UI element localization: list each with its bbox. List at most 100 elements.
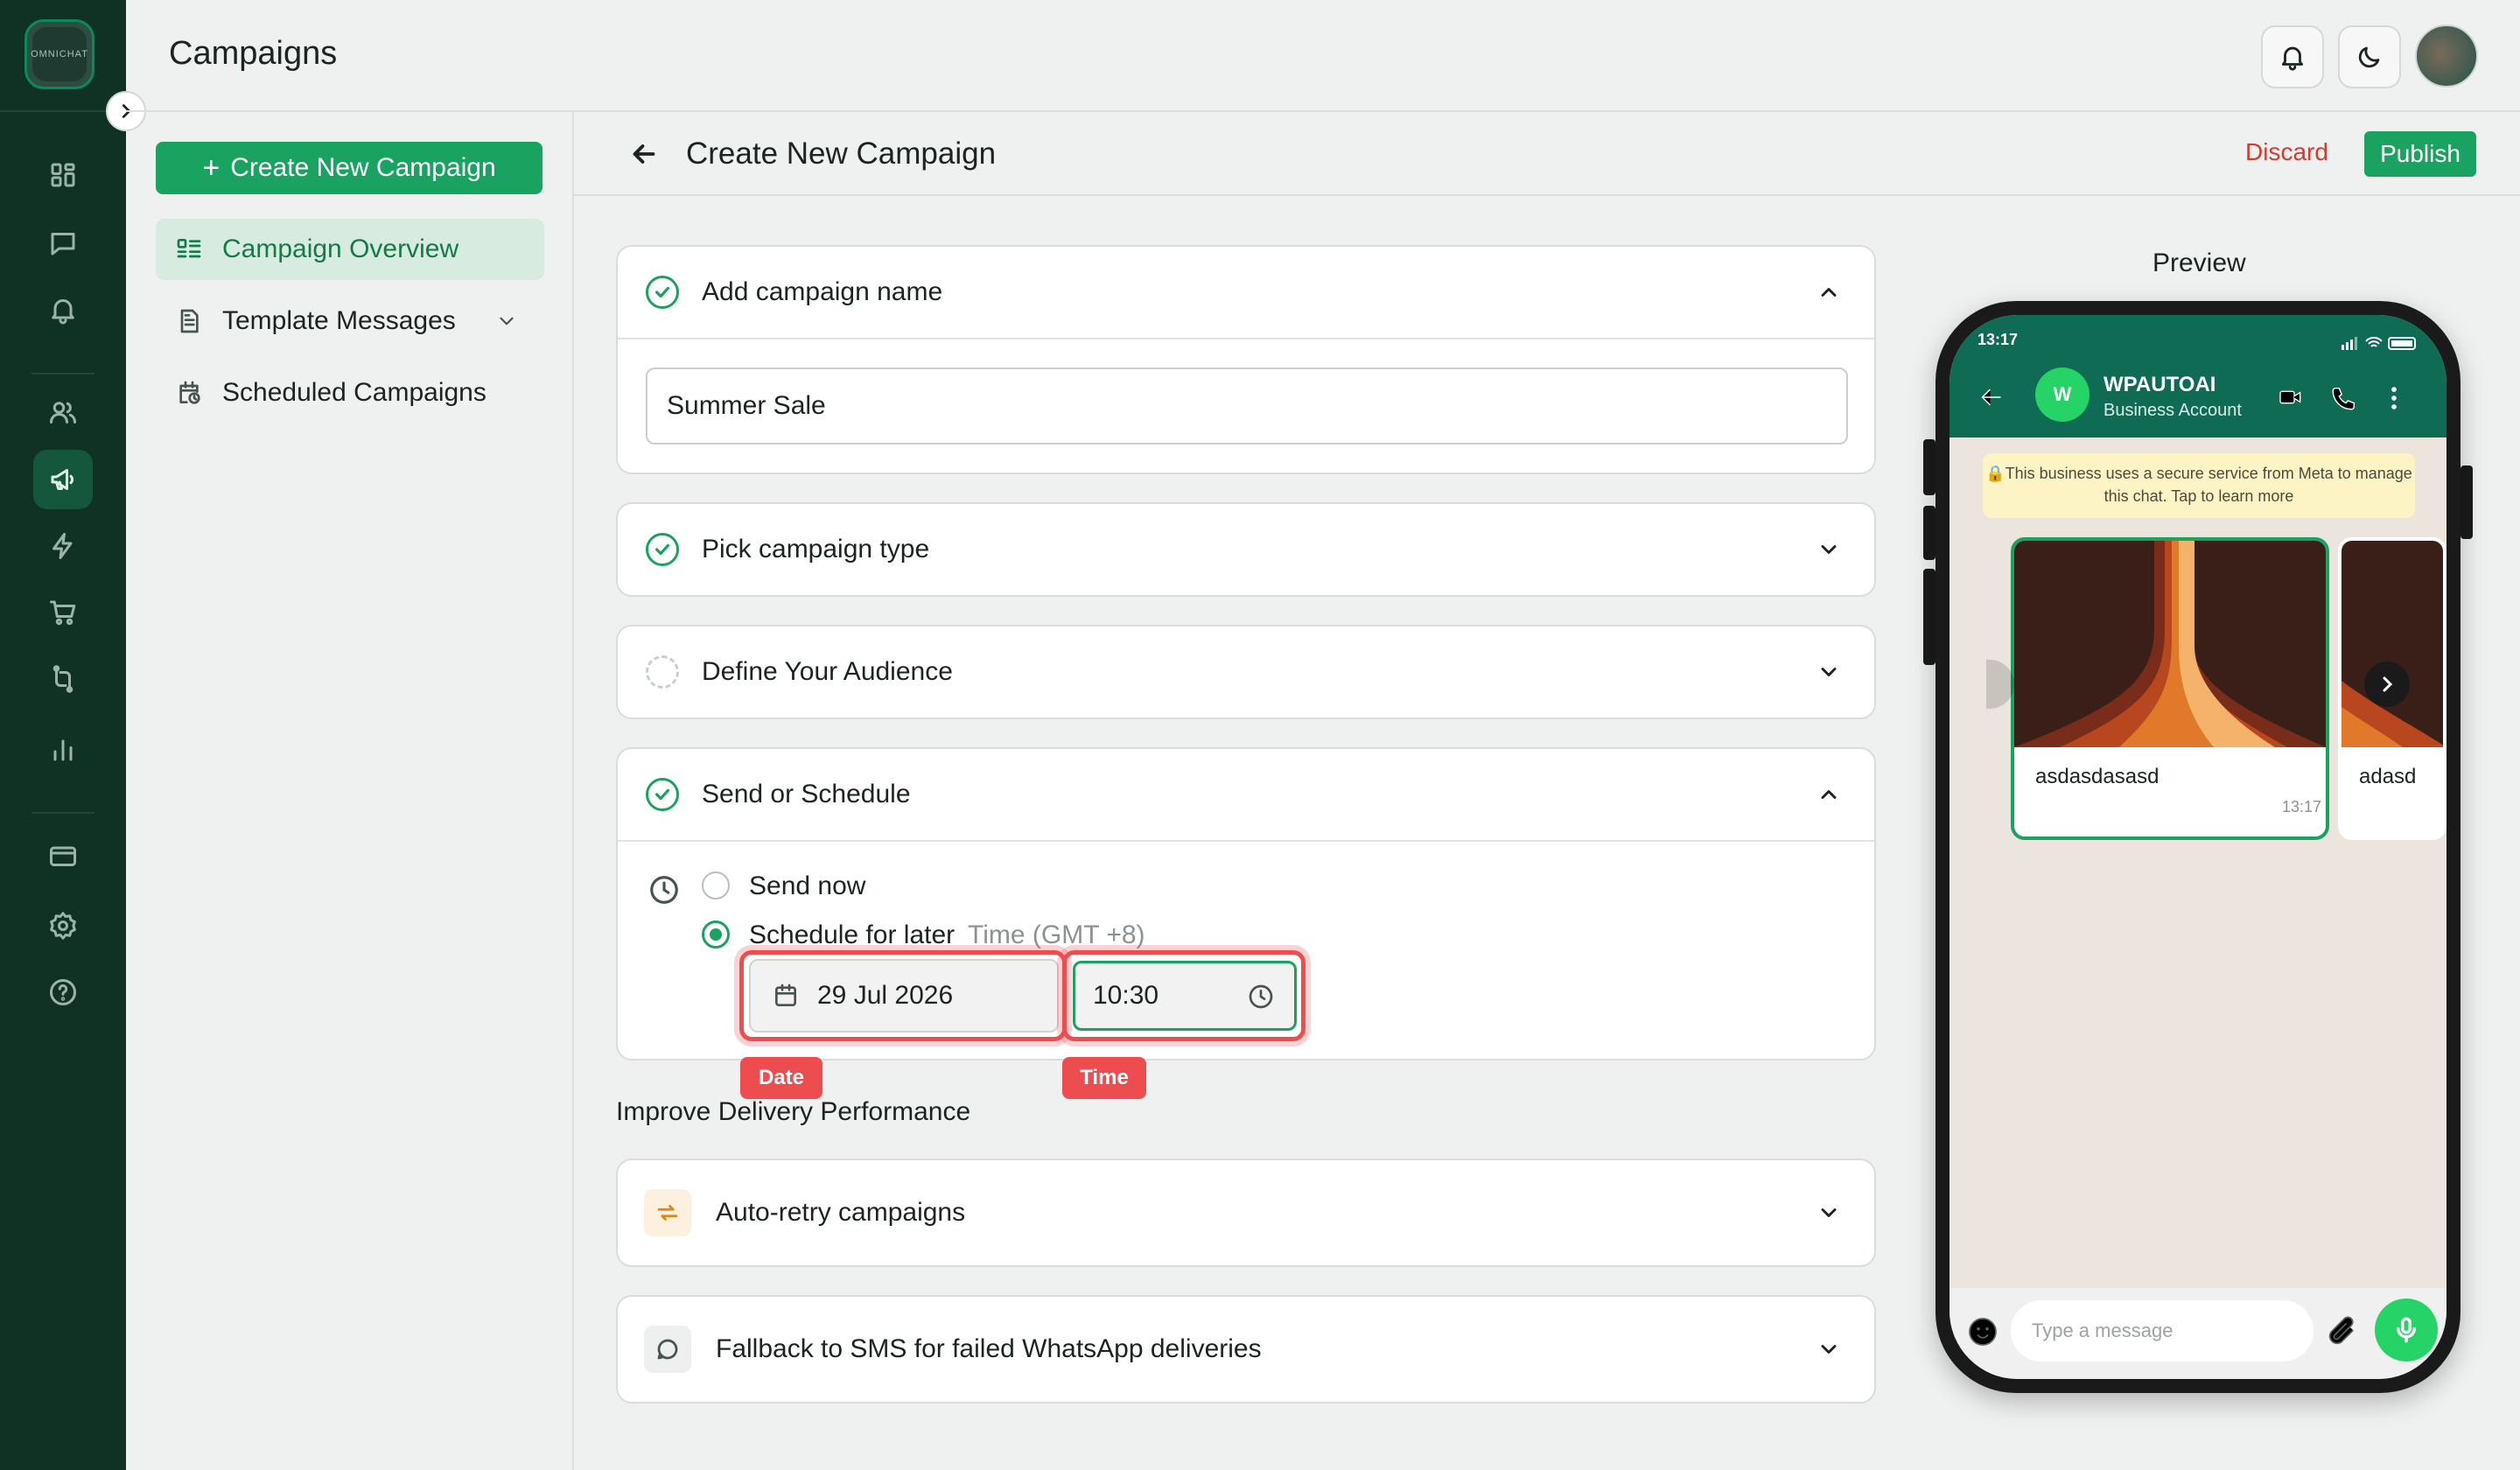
date-picker[interactable]: 29 Jul 2026 [749,959,1059,1032]
mic-icon [2397,1317,2416,1343]
sidebar-item-label: Template Messages [222,306,456,335]
list-icon [177,239,201,258]
calendar-clock-icon [179,381,200,404]
section-header[interactable]: Pick campaign type [618,504,1874,595]
form-title: Create New Campaign [686,136,997,171]
attach-icon[interactable] [2324,1314,2359,1349]
app-logo[interactable]: OMNICHAT [24,19,94,89]
notice-text: This business uses a secure service from… [2005,465,2412,505]
sidebar-item-label: Campaign Overview [222,234,459,263]
section-header[interactable]: Send or Schedule [618,749,1874,840]
sidebar-item-campaign-overview[interactable]: Campaign Overview [156,219,544,280]
rail-divider [32,373,94,374]
back-button[interactable] [628,138,660,170]
message-composer: Type a message [1950,1288,2446,1379]
audience-section[interactable]: Define Your Audience [616,625,1876,719]
section-divider [618,840,1874,842]
calendar-icon [775,984,796,1006]
message-input[interactable]: Type a message [2011,1300,2314,1362]
chevron-down-icon[interactable] [1816,1200,1841,1225]
section-title: Auto-retry campaigns [716,1198,966,1227]
campaign-type-section[interactable]: Pick campaign type [616,502,1876,597]
section-header[interactable]: Define Your Audience [618,626,1874,718]
lightning-icon[interactable] [33,516,93,576]
chevron-down-icon[interactable] [1816,660,1841,684]
section-title: Pick campaign type [702,535,930,564]
check-circle-icon [646,276,679,309]
plus-icon: + [202,151,220,185]
cart-icon[interactable] [33,583,93,642]
send-now-label: Send now [749,872,866,900]
dashboard-icon[interactable] [33,145,93,205]
publish-button[interactable]: Publish [2364,131,2476,177]
message-icon [644,1326,691,1373]
megaphone-icon[interactable] [33,450,93,509]
sidebar-item-label: Scheduled Campaigns [222,378,486,407]
chevron-up-icon[interactable] [1816,280,1841,304]
improve-delivery-heading: Improve Delivery Performance [616,1097,971,1126]
mic-button[interactable] [2375,1298,2438,1362]
timezone-label: Time (GMT +8) [968,920,1145,949]
chevron-down-icon[interactable] [495,310,518,332]
more-icon[interactable] [2389,383,2399,413]
carousel-card[interactable]: asdasdasasd 13:17 [2011,537,2329,840]
schedule-later-radio[interactable] [702,920,730,948]
flow-icon[interactable] [33,649,93,709]
phone-screen: 13:17 W WPAUTOAI Business Account 🔒This … [1950,315,2446,1379]
chat-icon[interactable] [33,214,93,273]
encryption-notice[interactable]: 🔒This business uses a secure service fro… [1983,453,2415,518]
page-title: Campaigns [169,35,338,72]
section-title: Send or Schedule [702,780,911,808]
section-header[interactable]: Auto-retry campaigns [618,1160,1874,1265]
analytics-icon[interactable] [33,719,93,779]
create-campaign-button[interactable]: + Create New Campaign [156,142,542,194]
send-now-radio[interactable] [702,872,730,900]
business-name: WPAUTOAI [2104,373,2216,396]
sidebar-item-scheduled-campaigns[interactable]: Scheduled Campaigns [156,362,544,424]
status-clock: 13:17 [1978,331,2019,348]
users-icon[interactable] [33,383,93,443]
auto-retry-section[interactable]: Auto-retry campaigns [616,1158,1876,1267]
phone-side-button [1923,569,1936,665]
card-image [2342,541,2443,747]
discard-button[interactable]: Discard [2245,138,2328,166]
moon-icon [2358,46,2380,68]
user-avatar[interactable] [2415,24,2478,88]
arrow-left-icon[interactable] [1976,382,2007,413]
video-call-icon[interactable] [2275,383,2306,411]
carousel-next-button[interactable] [2364,662,2410,707]
check-circle-icon [646,778,679,811]
main-header-divider [574,194,2520,196]
help-icon[interactable] [33,962,93,1022]
sidebar-item-template-messages[interactable]: Template Messages [156,290,544,352]
rail-divider [32,812,94,814]
check-circle-icon [646,533,679,566]
phone-icon[interactable] [2329,383,2359,413]
campaign-name-input[interactable]: Summer Sale [646,368,1848,444]
notifications-button[interactable] [2261,25,2324,88]
document-icon [180,309,199,333]
time-picker[interactable]: 10:30 [1073,961,1297,1031]
bell-icon[interactable] [33,280,93,340]
card-time: 13:17 [2282,798,2322,816]
chevron-up-icon[interactable] [1816,782,1841,807]
emoji-icon[interactable] [1965,1314,2000,1349]
sms-fallback-section[interactable]: Fallback to SMS for failed WhatsApp deli… [616,1295,1876,1404]
card-icon[interactable] [33,826,93,886]
header-divider [126,110,2520,112]
chevron-down-icon[interactable] [1816,537,1841,562]
theme-toggle-button[interactable] [2338,25,2401,88]
section-header[interactable]: Fallback to SMS for failed WhatsApp deli… [618,1297,1874,1402]
phone-side-button [1923,506,1936,560]
phone-side-button [1923,439,1936,495]
settings-icon[interactable] [33,896,93,956]
section-header[interactable]: Add campaign name [618,247,1874,338]
preview-title: Preview [2152,248,2246,277]
phone-mockup: 13:17 W WPAUTOAI Business Account 🔒This … [1936,301,2460,1393]
section-title: Add campaign name [702,277,943,306]
section-title: Fallback to SMS for failed WhatsApp deli… [716,1334,1262,1363]
status-icons [2342,336,2416,350]
business-avatar: W [2035,368,2090,422]
schedule-later-label: Schedule for later [749,920,956,949]
chevron-down-icon[interactable] [1816,1337,1841,1362]
